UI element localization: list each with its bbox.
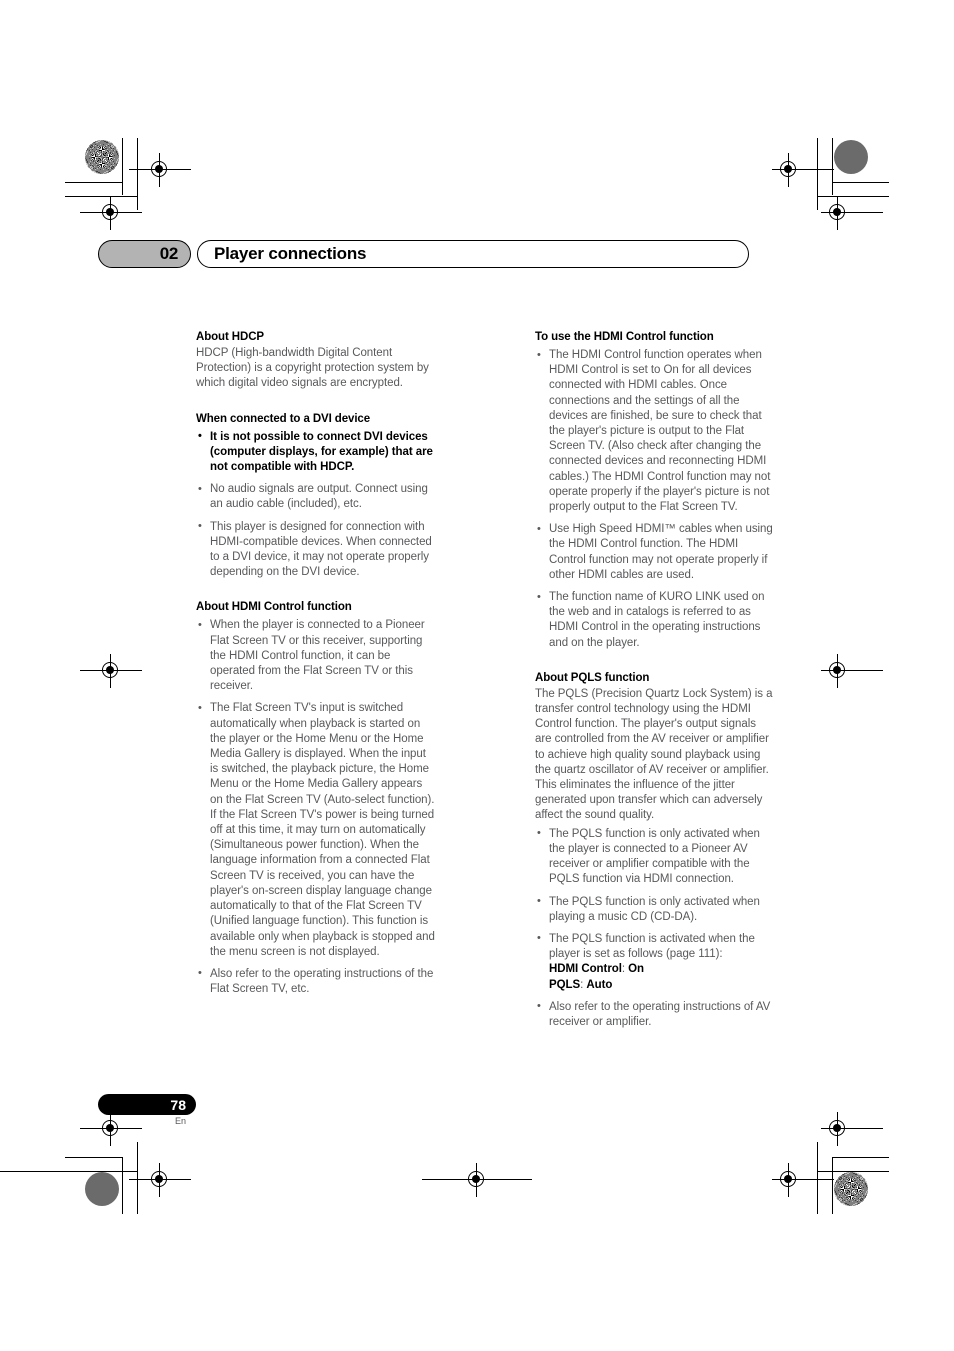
list-item-settings: The PQLS function is activated when the … (535, 931, 774, 993)
crop-mark-line (0, 1171, 66, 1172)
list-item: No audio signals are output. Connect usi… (196, 482, 435, 512)
registration-mark (821, 196, 883, 230)
crop-mark-line (832, 182, 889, 183)
crop-mark-line (832, 1157, 889, 1158)
settings-intro-text: The PQLS function is activated when the … (549, 932, 755, 961)
section-heading-dvi-device: When connected to a DVI device (196, 412, 371, 425)
crop-mark-line (122, 138, 123, 195)
list-item: The Flat Screen TV's input is switched a… (196, 701, 435, 959)
crop-mark-line (137, 1142, 138, 1214)
registration-mark (129, 1163, 191, 1197)
crop-mark-line (817, 1171, 889, 1172)
registration-mark (821, 1112, 883, 1146)
content-columns: About HDCP HDCP (High-bandwidth Digital … (196, 330, 774, 1030)
bullet-list-dvi-device: It is not possible to connect DVI device… (196, 429, 435, 581)
crop-mark-line (65, 196, 137, 197)
chapter-header: 02 Player connections (98, 240, 749, 268)
registration-mark (422, 1163, 532, 1197)
setting-row-pqls: PQLS: Auto (549, 978, 613, 991)
setting-label: HDMI Control (549, 963, 622, 976)
crop-mark-line (65, 1171, 137, 1172)
setting-value: Auto (586, 978, 613, 991)
color-target-rosette-bottom-right (834, 1172, 868, 1206)
crop-mark-line (137, 138, 138, 210)
section-heading-pqls: About PQLS function (535, 671, 650, 684)
registration-mark (772, 153, 834, 187)
registration-mark (772, 1163, 834, 1197)
section-heading-about-hdcp: About HDCP (196, 331, 264, 343)
chapter-number-badge: 02 (98, 240, 191, 268)
crop-mark-line (65, 182, 122, 183)
left-column: About HDCP HDCP (High-bandwidth Digital … (196, 330, 435, 1030)
crop-mark-line (832, 1157, 833, 1214)
section-paragraph-about-hdcp: HDCP (High-bandwidth Digital Content Pro… (196, 347, 429, 390)
bullet-list-hdmi-control: When the player is connected to a Pionee… (196, 618, 435, 997)
crop-mark-line (817, 196, 889, 197)
crop-mark-line (65, 1157, 122, 1158)
bullet-list-use-hdmi-control: The HDMI Control function operates when … (535, 347, 774, 651)
setting-label: PQLS (549, 978, 581, 991)
page-title: Player connections (197, 240, 749, 268)
list-item: Also refer to the operating instructions… (535, 999, 774, 1030)
setting-value: On (628, 963, 645, 976)
color-target-rosette-top-left (85, 140, 119, 174)
color-target-solid-top-right (834, 140, 868, 174)
list-item: The function name of KURO LINK used on t… (535, 590, 774, 651)
list-item: It is not possible to connect DVI device… (196, 429, 435, 476)
registration-mark (80, 654, 142, 688)
list-item: Use High Speed HDMI™ cables when using t… (535, 522, 774, 583)
list-item: The HDMI Control function operates when … (535, 347, 774, 515)
list-item: This player is designed for connection w… (196, 519, 435, 581)
page-number-badge: 78 (98, 1094, 196, 1115)
bullet-list-pqls: The PQLS function is only activated when… (535, 826, 774, 1030)
section-heading-hdmi-control: About HDMI Control function (196, 601, 352, 614)
crop-mark-line (817, 1142, 818, 1214)
section-paragraph-pqls: The PQLS (Precision Quartz Lock System) … (535, 687, 773, 822)
crop-mark-line (817, 138, 818, 210)
crop-mark-line (832, 138, 833, 195)
list-item: The PQLS function is only activated when… (535, 826, 774, 888)
registration-mark (129, 153, 191, 187)
list-item: Also refer to the operating instructions… (196, 966, 435, 997)
color-target-solid-bottom-left (85, 1172, 119, 1206)
list-item: When the player is connected to a Pionee… (196, 618, 435, 694)
setting-row-hdmi-control: HDMI Control: On (549, 963, 645, 976)
right-column: To use the HDMI Control function The HDM… (535, 330, 774, 1030)
page-language-code: En (174, 1116, 186, 1126)
crop-mark-line (122, 1157, 123, 1214)
section-heading-use-hdmi-control: To use the HDMI Control function (535, 331, 714, 343)
registration-mark (821, 654, 883, 688)
list-item: The PQLS function is only activated when… (535, 894, 774, 925)
registration-mark (80, 196, 142, 230)
